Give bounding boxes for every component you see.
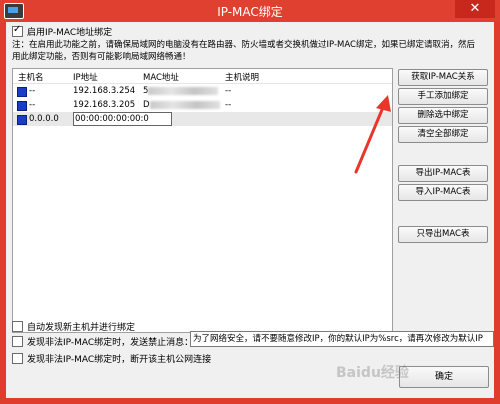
cell-mac: 5 (143, 86, 219, 96)
cell-host: -- (29, 86, 36, 96)
table-header: 主机名 IP地址 MAC地址 主机说明 (13, 69, 392, 84)
checkbox-icon[interactable] (12, 24, 23, 37)
manual-add-button[interactable]: 手工添加绑定 (398, 88, 488, 105)
host-icon (17, 115, 27, 125)
ip-mac-window: IP-MAC绑定 ✕ 启用IP-MAC地址绑定 注：在启用此功能之前，请确保局域… (0, 0, 500, 404)
cell-ip: 192.168.3.205 (73, 100, 136, 110)
auto-discover-checkbox[interactable]: 自动发现新主机并进行绑定 (12, 320, 135, 333)
enable-binding-checkbox[interactable]: 启用IP-MAC地址绑定 (12, 24, 113, 38)
column-header-ip[interactable]: IP地址 (73, 71, 98, 83)
cell-mac: D (143, 100, 220, 110)
checkbox-icon[interactable] (12, 353, 23, 364)
column-header-desc[interactable]: 主机说明 (225, 71, 259, 83)
send-message-checkbox[interactable]: 发现非法IP-MAC绑定时，发送禁止消息： (12, 335, 193, 348)
host-icon (17, 87, 27, 97)
clear-all-button[interactable]: 清空全部绑定 (398, 126, 488, 143)
checkbox-icon[interactable] (12, 321, 23, 332)
import-button[interactable]: 导入IP-MAC表 (398, 184, 488, 201)
get-ip-mac-button[interactable]: 获取IP-MAC关系 (398, 69, 488, 86)
warning-note: 注：在启用此功能之前，请确保局域网的电脑没有在路由器、防火墙或者交换机做过IP-… (12, 40, 475, 62)
window-title: IP-MAC绑定 (217, 5, 283, 19)
table-row[interactable]: -- 192.168.3.254 5 -- (13, 84, 392, 98)
table-row-editing[interactable]: 0.0.0.0 00:00:00:00:00:0 (13, 112, 392, 126)
column-header-host[interactable]: 主机名 (18, 71, 44, 83)
enable-binding-label: 启用IP-MAC地址绑定 (27, 28, 113, 38)
send-message-label: 发现非法IP-MAC绑定时，发送禁止消息： (27, 338, 194, 348)
dialog-body: 启用IP-MAC地址绑定 注：在启用此功能之前，请确保局域网的电脑没有在路由器、… (6, 22, 494, 398)
export-button[interactable]: 导出IP-MAC表 (398, 165, 488, 182)
table-row[interactable]: -- 192.168.3.205 D -- (13, 98, 392, 112)
redacted-mac (149, 100, 220, 109)
host-icon (17, 101, 27, 111)
redacted-mac (148, 86, 219, 95)
title-bar[interactable]: IP-MAC绑定 ✕ (0, 0, 500, 22)
cell-desc: -- (225, 100, 232, 110)
delete-selected-button[interactable]: 删除选中绑定 (398, 107, 488, 124)
ok-button[interactable]: 确定 (399, 366, 489, 388)
disconnect-checkbox[interactable]: 发现非法IP-MAC绑定时，断开该主机公网连接 (12, 352, 211, 365)
ip-edit-input[interactable]: 00:00:00:00:00:0 (73, 112, 172, 126)
disconnect-label: 发现非法IP-MAC绑定时，断开该主机公网连接 (27, 355, 212, 365)
column-header-mac[interactable]: MAC地址 (143, 71, 179, 83)
checkbox-icon[interactable] (12, 336, 23, 347)
export-mac-only-button[interactable]: 只导出MAC表 (398, 226, 488, 243)
ban-message-input[interactable]: 为了网络安全，请不要随意修改IP，你的默认IP为%src，请再次修改为默认IP (190, 331, 494, 347)
auto-discover-label: 自动发现新主机并进行绑定 (27, 323, 136, 333)
cell-desc: -- (225, 86, 232, 96)
cell-host: -- (29, 100, 36, 110)
cell-host: 0.0.0.0 (29, 114, 59, 124)
cell-ip: 192.168.3.254 (73, 86, 136, 96)
binding-table[interactable]: 主机名 IP地址 MAC地址 主机说明 -- 192.168.3.254 5 -… (12, 68, 393, 333)
close-button[interactable]: ✕ (455, 0, 495, 18)
